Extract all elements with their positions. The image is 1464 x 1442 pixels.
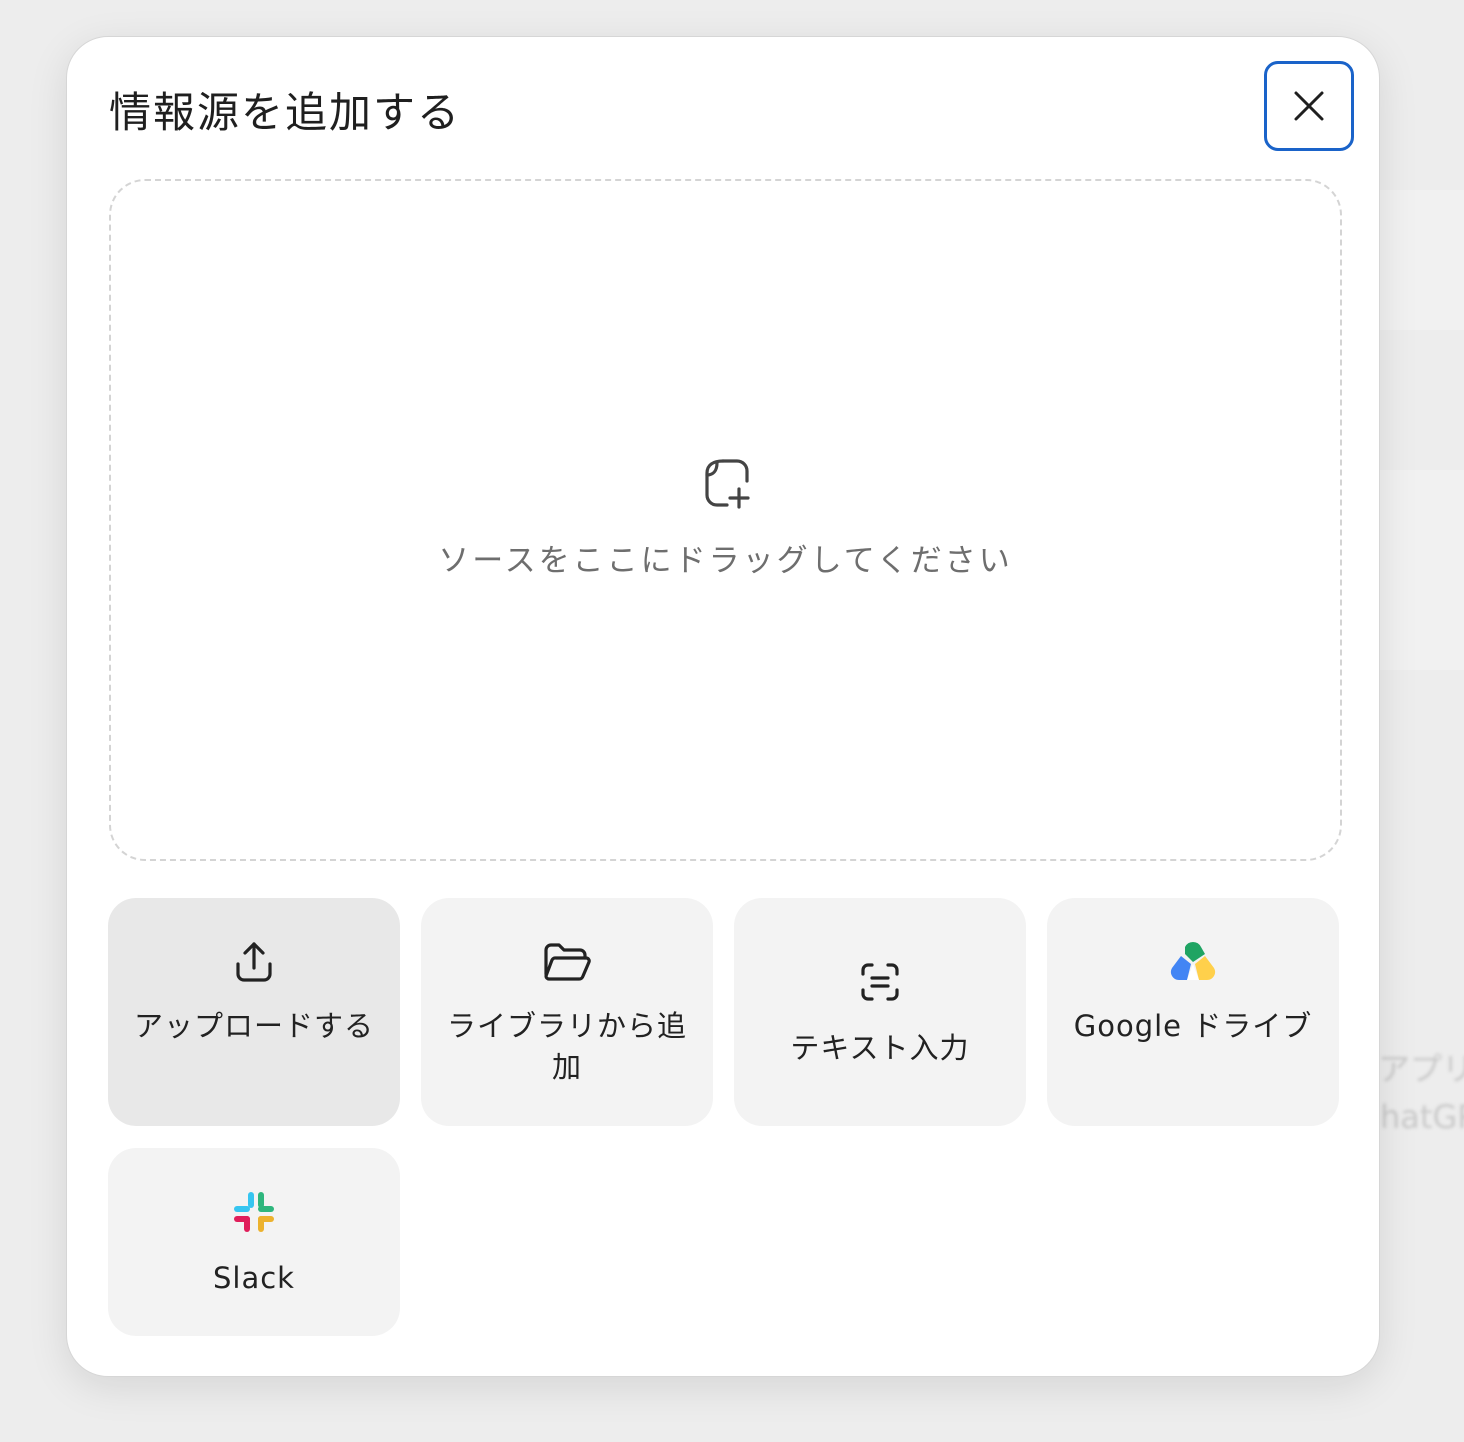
- add-from-library-label: ライブラリから追加: [446, 1009, 687, 1084]
- upload-label: アップロードする: [133, 1009, 374, 1043]
- text-scan-icon: [861, 963, 899, 1001]
- background-panel: [1380, 190, 1464, 330]
- google-drive-label: Google ドライブ: [1073, 1009, 1313, 1043]
- dialog-title: 情報源を追加する: [109, 88, 462, 137]
- close-icon: [1294, 91, 1324, 121]
- slack-button[interactable]: Slack: [108, 1148, 400, 1336]
- add-from-library-button[interactable]: ライブラリから追加: [421, 898, 713, 1126]
- text-input-button[interactable]: テキスト入力: [734, 898, 1026, 1126]
- upload-button[interactable]: アップロードする: [108, 898, 400, 1126]
- close-button[interactable]: [1264, 61, 1354, 151]
- drop-zone-text: ソースをここにドラッグしてください: [438, 543, 1013, 579]
- add-file-icon: [705, 459, 750, 509]
- slack-label: Slack: [213, 1261, 295, 1295]
- drop-zone[interactable]: ソースをここにドラッグしてください: [109, 179, 1342, 861]
- background-panel: [1380, 470, 1464, 670]
- google-drive-button[interactable]: Google ドライブ: [1047, 898, 1339, 1126]
- upload-icon: [236, 942, 272, 982]
- folder-icon: [544, 943, 591, 981]
- background-text: hatGP: [1380, 1098, 1464, 1136]
- text-input-label: テキスト入力: [790, 1031, 970, 1065]
- add-source-dialog: 情報源を追加する ソースをここにドラッグしてください アップロードする ライブラ…: [66, 36, 1380, 1377]
- background-text: アプリ: [1378, 1050, 1464, 1088]
- slack-icon: [234, 1192, 274, 1232]
- google-drive-icon: [1170, 942, 1216, 981]
